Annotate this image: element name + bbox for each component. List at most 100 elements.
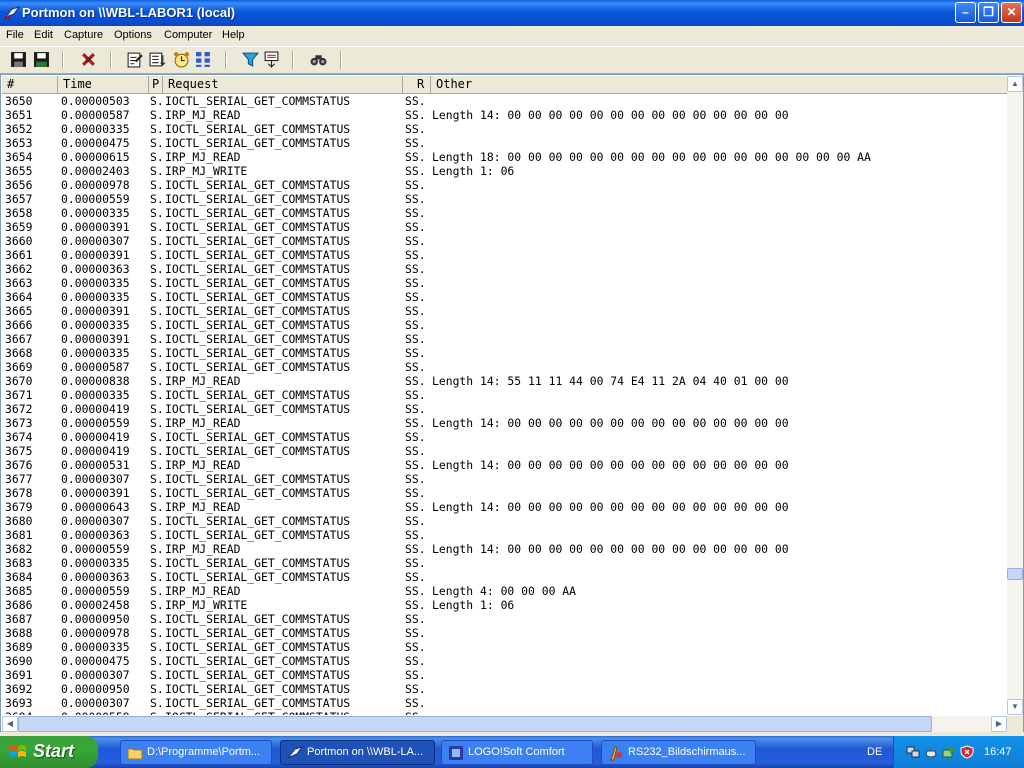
- vertical-scroll-thumb[interactable]: [1007, 568, 1023, 580]
- autoscroll-icon[interactable]: [149, 51, 166, 68]
- table-row[interactable]: 3653 0.00000475 S. IOCTL_SERIAL_GET_COMMSTA…: [2, 136, 1007, 150]
- menu-file[interactable]: File: [6, 29, 24, 41]
- table-row[interactable]: 3676 0.00000531 S. IRP_MJ_READ SS. Length 14:…: [2, 458, 1007, 472]
- table-row[interactable]: 3658 0.00000335 S. IOCTL_SERIAL_GET_COMMSTA…: [2, 206, 1007, 220]
- horizontal-scrollbar[interactable]: ◀ ▶: [2, 716, 1007, 732]
- table-row[interactable]: 3660 0.00000307 S. IOCTL_SERIAL_GET_COMMSTA…: [2, 234, 1007, 248]
- table-row[interactable]: 3678 0.00000391 S. IOCTL_SERIAL_GET_COMMSTA…: [2, 486, 1007, 500]
- cell-number: 3690: [5, 654, 33, 668]
- table-row[interactable]: 3692 0.00000950 S. IOCTL_SERIAL_GET_COMMSTA…: [2, 682, 1007, 696]
- table-row[interactable]: 3681 0.00000363 S. IOCTL_SERIAL_GET_COMMSTA…: [2, 528, 1007, 542]
- size-grip[interactable]: [1007, 716, 1023, 732]
- cell-result: SS.: [405, 682, 426, 696]
- table-row[interactable]: 3689 0.00000335 S. IOCTL_SERIAL_GET_COMMSTA…: [2, 640, 1007, 654]
- java-icon[interactable]: [924, 745, 938, 759]
- show-ports-icon[interactable]: [195, 51, 212, 68]
- start-button[interactable]: Start: [0, 736, 98, 768]
- table-row[interactable]: 3656 0.00000978 S. IOCTL_SERIAL_GET_COMMSTA…: [2, 178, 1007, 192]
- scroll-right-button[interactable]: ▶: [991, 716, 1007, 732]
- column-header-number[interactable]: #: [2, 76, 58, 93]
- table-row[interactable]: 3688 0.00000978 S. IOCTL_SERIAL_GET_COMMSTA…: [2, 626, 1007, 640]
- table-row[interactable]: 3651 0.00000587 S. IRP_MJ_READ SS. Length 14:…: [2, 108, 1007, 122]
- vertical-scrollbar[interactable]: ▲ ▼: [1007, 76, 1023, 715]
- table-row[interactable]: 3662 0.00000363 S. IOCTL_SERIAL_GET_COMMSTA…: [2, 262, 1007, 276]
- column-header-request[interactable]: Request: [163, 76, 403, 93]
- language-indicator[interactable]: DE: [867, 746, 882, 758]
- table-row[interactable]: 3670 0.00000838 S. IRP_MJ_READ SS. Length 14:…: [2, 374, 1007, 388]
- save-icon[interactable]: [10, 51, 27, 68]
- cell-process: S.: [150, 206, 164, 220]
- scroll-left-button[interactable]: ◀: [2, 716, 18, 732]
- security-alert-icon[interactable]: [960, 745, 974, 759]
- table-row[interactable]: 3671 0.00000335 S. IOCTL_SERIAL_GET_COMMSTA…: [2, 388, 1007, 402]
- table-row[interactable]: 3679 0.00000643 S. IRP_MJ_READ SS. Length 14:…: [2, 500, 1007, 514]
- table-row[interactable]: 3672 0.00000419 S. IOCTL_SERIAL_GET_COMMSTA…: [2, 402, 1007, 416]
- scroll-down-button[interactable]: ▼: [1007, 699, 1023, 715]
- taskbar-item-paint[interactable]: RS232_Bildschirmaus...: [601, 740, 756, 765]
- highlight-icon[interactable]: [263, 51, 280, 68]
- table-row[interactable]: 3680 0.00000307 S. IOCTL_SERIAL_GET_COMMSTA…: [2, 514, 1007, 528]
- table-row[interactable]: 3684 0.00000363 S. IOCTL_SERIAL_GET_COMMSTA…: [2, 570, 1007, 584]
- column-header-result[interactable]: R: [403, 76, 431, 93]
- table-row[interactable]: 3667 0.00000391 S. IOCTL_SERIAL_GET_COMMSTA…: [2, 332, 1007, 346]
- table-row[interactable]: 3668 0.00000335 S. IOCTL_SERIAL_GET_COMMSTA…: [2, 346, 1007, 360]
- menu-computer[interactable]: Computer: [164, 29, 212, 41]
- cell-time: 0.00000307: [61, 668, 130, 682]
- table-row[interactable]: 3693 0.00000307 S. IOCTL_SERIAL_GET_COMMSTA…: [2, 696, 1007, 710]
- table-row[interactable]: 3650 0.00000503 S. IOCTL_SERIAL_GET_COMMSTA…: [2, 94, 1007, 108]
- menu-options[interactable]: Options: [114, 29, 152, 41]
- properties-icon[interactable]: [126, 51, 143, 68]
- cell-time: 0.00000419: [61, 430, 130, 444]
- maximize-button[interactable]: ❐: [978, 2, 999, 23]
- taskbar-item-explorer[interactable]: D:\Programme\Portm...: [120, 740, 272, 765]
- table-row[interactable]: 3682 0.00000559 S. IRP_MJ_READ SS. Length 14:…: [2, 542, 1007, 556]
- taskbar-item-logo-soft[interactable]: LOGO!Soft Comfort: [441, 740, 593, 765]
- cell-process: S.: [150, 528, 164, 542]
- table-row[interactable]: 3664 0.00000335 S. IOCTL_SERIAL_GET_COMMSTA…: [2, 290, 1007, 304]
- clear-icon[interactable]: [80, 51, 97, 68]
- table-row[interactable]: 3654 0.00000615 S. IRP_MJ_READ SS. Length 18:…: [2, 150, 1007, 164]
- cell-result: SS.: [405, 332, 426, 346]
- table-row[interactable]: 3685 0.00000559 S. IRP_MJ_READ SS. Length 4: …: [2, 584, 1007, 598]
- find-icon[interactable]: [310, 51, 327, 68]
- capture-list[interactable]: # Time P Request R Other 3650 0.00000503 S…: [0, 74, 1024, 732]
- table-row[interactable]: 3673 0.00000559 S. IRP_MJ_READ SS. Length 14:…: [2, 416, 1007, 430]
- filter-icon[interactable]: [242, 51, 259, 68]
- table-row[interactable]: 3663 0.00000335 S. IOCTL_SERIAL_GET_COMMSTA…: [2, 276, 1007, 290]
- table-row[interactable]: 3675 0.00000419 S. IOCTL_SERIAL_GET_COMMSTA…: [2, 444, 1007, 458]
- cell-time: 0.00000559: [61, 192, 130, 206]
- table-row[interactable]: 3659 0.00000391 S. IOCTL_SERIAL_GET_COMMSTA…: [2, 220, 1007, 234]
- menu-capture[interactable]: Capture: [64, 29, 103, 41]
- column-header-time[interactable]: Time: [58, 76, 149, 93]
- table-row[interactable]: 3687 0.00000950 S. IOCTL_SERIAL_GET_COMMSTA…: [2, 612, 1007, 626]
- table-row[interactable]: 3674 0.00000419 S. IOCTL_SERIAL_GET_COMMSTA…: [2, 430, 1007, 444]
- table-row[interactable]: 3677 0.00000307 S. IOCTL_SERIAL_GET_COMMSTA…: [2, 472, 1007, 486]
- table-row[interactable]: 3661 0.00000391 S. IOCTL_SERIAL_GET_COMMSTA…: [2, 248, 1007, 262]
- save-all-icon[interactable]: [33, 51, 50, 68]
- close-button[interactable]: ✕: [1001, 2, 1022, 23]
- scroll-up-button[interactable]: ▲: [1007, 76, 1023, 92]
- cell-time: 0.00000335: [61, 206, 130, 220]
- table-row[interactable]: 3665 0.00000391 S. IOCTL_SERIAL_GET_COMMSTA…: [2, 304, 1007, 318]
- table-row[interactable]: 3655 0.00002403 S. IRP_MJ_WRITE SS. Length 1:…: [2, 164, 1007, 178]
- table-row[interactable]: 3691 0.00000307 S. IOCTL_SERIAL_GET_COMMSTA…: [2, 668, 1007, 682]
- table-row[interactable]: 3683 0.00000335 S. IOCTL_SERIAL_GET_COMMSTA…: [2, 556, 1007, 570]
- minimize-button[interactable]: –: [955, 2, 976, 23]
- window-titlebar[interactable]: Portmon on \\WBL-LABOR1 (local) – ❐ ✕: [0, 0, 1024, 26]
- safely-remove-icon[interactable]: [942, 745, 956, 759]
- menu-help[interactable]: Help: [222, 29, 245, 41]
- table-row[interactable]: 3690 0.00000475 S. IOCTL_SERIAL_GET_COMMSTA…: [2, 654, 1007, 668]
- network-icon[interactable]: [906, 745, 920, 759]
- table-row[interactable]: 3669 0.00000587 S. IOCTL_SERIAL_GET_COMMSTA…: [2, 360, 1007, 374]
- menu-edit[interactable]: Edit: [34, 29, 53, 41]
- taskbar-item-portmon[interactable]: Portmon on \\WBL-LA...: [280, 740, 435, 765]
- table-row[interactable]: 3666 0.00000335 S. IOCTL_SERIAL_GET_COMMSTA…: [2, 318, 1007, 332]
- table-row[interactable]: 36940.00000559S.IOCTL_SERIAL_GET_COMMSTA…: [2, 710, 1007, 715]
- clock-icon[interactable]: [173, 51, 190, 68]
- horizontal-scroll-thumb[interactable]: [18, 716, 932, 732]
- table-row[interactable]: 3686 0.00002458 S. IRP_MJ_WRITE SS. Length 1:…: [2, 598, 1007, 612]
- column-header-process[interactable]: P: [149, 76, 163, 93]
- column-header-other[interactable]: Other: [431, 76, 1007, 93]
- table-row[interactable]: 3652 0.00000335 S. IOCTL_SERIAL_GET_COMMSTA…: [2, 122, 1007, 136]
- table-row[interactable]: 3657 0.00000559 S. IOCTL_SERIAL_GET_COMMSTA…: [2, 192, 1007, 206]
